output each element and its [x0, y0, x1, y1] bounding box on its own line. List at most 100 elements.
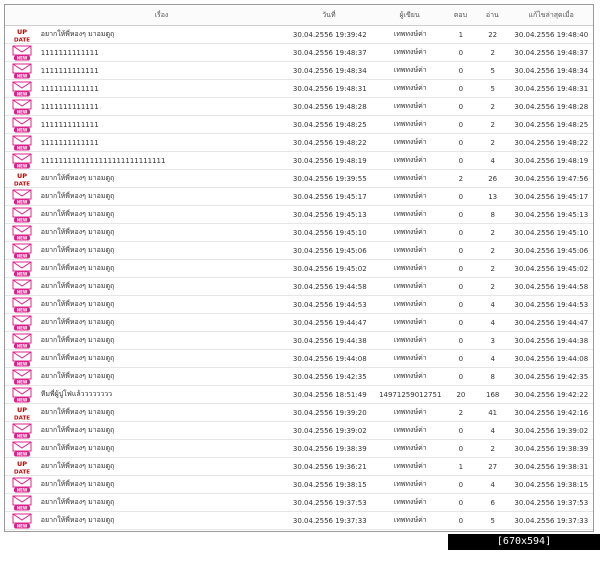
thread-title-link[interactable]: อยากให้พี่หองๆ มาอมตูถุ [39, 245, 285, 256]
thread-author[interactable]: เทพทงษ์ค่า [374, 299, 446, 310]
thread-author[interactable]: เทพทงษ์ค่า [374, 425, 446, 436]
thread-author[interactable]: เทพทงษ์ค่า [374, 479, 446, 490]
thread-author[interactable]: เทพทงษ์ค่า [374, 335, 446, 346]
row-icon-cell [5, 386, 39, 403]
thread-title-link[interactable]: อยากให้พี่หองๆ มาอมตูถุ [39, 335, 285, 346]
table-row: หีมพี่ผู้ปูโฟ่แล้วววววววว 30.04.2556 18:5… [5, 386, 593, 404]
thread-replies: 0 [458, 264, 464, 273]
thread-author[interactable]: เทพทงษ์ค่า [374, 443, 446, 454]
thread-title-link[interactable]: อยากให้พี่หองๆ มาอมตูถุ [39, 353, 285, 364]
thread-date: 30.04.2556 19:39:55 [292, 174, 367, 183]
thread-views: 168 [485, 390, 500, 399]
thread-author[interactable]: เทพทงษ์ค่า [374, 83, 446, 94]
thread-author[interactable]: เทพทงษ์ค่า [374, 29, 446, 40]
thread-title-link[interactable]: อยากให้พี่หองๆ มาอมตูถุ [39, 479, 285, 490]
thread-replies: 0 [458, 138, 464, 147]
thread-last-updated: 30.04.2556 19:44:53 [514, 300, 589, 309]
header-replies[interactable]: ตอบ [446, 10, 476, 21]
thread-title-link[interactable]: อยากให้พี่หองๆ มาอมตูถุ [39, 317, 285, 328]
thread-title-link[interactable]: อยากให้พี่หองๆ มาอมตูถุ [39, 497, 285, 508]
thread-title-link[interactable]: 1111111111111 [39, 103, 285, 111]
table-row: อยากให้พี่หองๆ มาอมตูถุ 30.04.2556 19:44:… [5, 332, 593, 350]
thread-author[interactable]: เทพทงษ์ค่า [374, 245, 446, 256]
thread-replies: 0 [458, 282, 464, 291]
thread-last-updated: 30.04.2556 19:44:47 [514, 318, 589, 327]
thread-views: 2 [490, 282, 495, 291]
thread-views: 5 [490, 516, 495, 525]
thread-title-link[interactable]: หีมพี่ผู้ปูโฟ่แล้วววววววว [39, 389, 285, 400]
thread-title-link[interactable]: อยากให้พี่หองๆ มาอมตูถุ [39, 407, 285, 418]
thread-author[interactable]: เทพทงษ์ค่า [374, 371, 446, 382]
thread-title-link[interactable]: อยากให้พี่หองๆ มาอมตูถุ [39, 425, 285, 436]
thread-author[interactable]: เทพทงษ์ค่า [374, 353, 446, 364]
thread-title-link[interactable]: อยากให้พี่หองๆ มาอมตูถุ [39, 281, 285, 292]
thread-author[interactable]: เทพทงษ์ค่า [374, 191, 446, 202]
thread-author[interactable]: เทพทงษ์ค่า [374, 137, 446, 148]
thread-title-link[interactable]: อยากให้พี่หองๆ มาอมตูถุ [39, 263, 285, 274]
thread-views: 2 [490, 246, 495, 255]
header-views[interactable]: อ่าน [475, 10, 509, 21]
thread-author[interactable]: เทพทงษ์ค่า [374, 515, 446, 526]
thread-title-link[interactable]: อยากให้พี่หองๆ มาอมตูถุ [39, 443, 285, 454]
row-icon-cell [5, 350, 39, 367]
thread-title-link[interactable]: อยากให้พี่หองๆ มาอมตูถุ [39, 191, 285, 202]
header-author[interactable]: ผู้เขียน [374, 10, 446, 21]
thread-author[interactable]: เทพทงษ์ค่า [374, 173, 446, 184]
row-icon-cell [5, 278, 39, 295]
thread-replies: 0 [458, 246, 464, 255]
thread-title-link[interactable]: 1111111111111111111111111111 [39, 157, 285, 165]
thread-author[interactable]: เทพทงษ์ค่า [374, 227, 446, 238]
thread-author[interactable]: เทพทงษ์ค่า [374, 263, 446, 274]
thread-title-link[interactable]: 1111111111111 [39, 49, 285, 57]
table-row: อยากให้พี่หองๆ มาอมตูถุ 30.04.2556 19:45:… [5, 260, 593, 278]
thread-title-link[interactable]: อยากให้พี่หองๆ มาอมตูถุ [39, 515, 285, 526]
header-last-updated[interactable]: แก้ไขล่าสุดเมื่อ [509, 10, 593, 21]
thread-author[interactable]: เทพทงษ์ค่า [374, 119, 446, 130]
thread-author[interactable]: เทพทงษ์ค่า [374, 317, 446, 328]
thread-author[interactable]: เทพทงษ์ค่า [374, 155, 446, 166]
thread-author[interactable]: เทพทงษ์ค่า [374, 209, 446, 220]
thread-last-updated: 30.04.2556 19:42:22 [514, 390, 589, 399]
table-row: อยากให้พี่หองๆ มาอมตูถุ 30.04.2556 19:36:… [5, 458, 593, 476]
row-icon-cell [5, 512, 39, 529]
thread-last-updated: 30.04.2556 19:45:13 [514, 210, 589, 219]
thread-replies: 0 [458, 84, 464, 93]
thread-title-link[interactable]: 1111111111111 [39, 85, 285, 93]
row-icon-cell [5, 116, 39, 133]
thread-views: 2 [490, 120, 495, 129]
thread-author[interactable]: เทพทงษ์ค่า [374, 47, 446, 58]
thread-title-link[interactable]: อยากให้พี่หองๆ มาอมตูถุ [39, 227, 285, 238]
thread-author[interactable]: 14971259012751 [374, 391, 446, 399]
row-icon-cell [5, 98, 39, 115]
thread-title-link[interactable]: อยากให้พี่หองๆ มาอมตูถุ [39, 299, 285, 310]
thread-title-link[interactable]: 1111111111111 [39, 139, 285, 147]
thread-views: 2 [490, 264, 495, 273]
thread-title-link[interactable]: อยากให้พี่หองๆ มาอมตูถุ [39, 371, 285, 382]
thread-title-link[interactable]: 1111111111111 [39, 67, 285, 75]
thread-author[interactable]: เทพทงษ์ค่า [374, 461, 446, 472]
thread-views: 4 [490, 156, 495, 165]
thread-title-link[interactable]: อยากให้พี่หองๆ มาอมตูถุ [39, 461, 285, 472]
thread-title-link[interactable]: อยากให้พี่หองๆ มาอมตูถุ [39, 209, 285, 220]
header-title[interactable]: เรื่อง [39, 10, 284, 21]
thread-last-updated: 30.04.2556 19:48:40 [514, 30, 589, 39]
thread-author[interactable]: เทพทงษ์ค่า [374, 101, 446, 112]
thread-replies: 2 [458, 408, 464, 417]
thread-author[interactable]: เทพทงษ์ค่า [374, 65, 446, 76]
thread-views: 4 [490, 426, 495, 435]
table-header: เรื่อง วันที่ ผู้เขียน ตอบ อ่าน แก้ไขล่า… [5, 5, 593, 26]
thread-last-updated: 30.04.2556 19:38:31 [514, 462, 589, 471]
update-icon [12, 171, 32, 187]
thread-date: 30.04.2556 19:37:53 [292, 498, 367, 507]
thread-author[interactable]: เทพทงษ์ค่า [374, 497, 446, 508]
thread-title-link[interactable]: อยากให้พี่หองๆ มาอมตูถุ [39, 173, 285, 184]
thread-author[interactable]: เทพทงษ์ค่า [374, 407, 446, 418]
thread-replies: 0 [458, 426, 464, 435]
thread-author[interactable]: เทพทงษ์ค่า [374, 281, 446, 292]
thread-replies: 0 [458, 444, 464, 453]
new-mail-icon [12, 297, 32, 313]
header-date[interactable]: วันที่ [284, 10, 374, 21]
thread-date: 30.04.2556 19:44:58 [292, 282, 367, 291]
thread-title-link[interactable]: 1111111111111 [39, 121, 285, 129]
thread-title-link[interactable]: อยากให้พี่หองๆ มาอมตูถุ [39, 29, 285, 40]
